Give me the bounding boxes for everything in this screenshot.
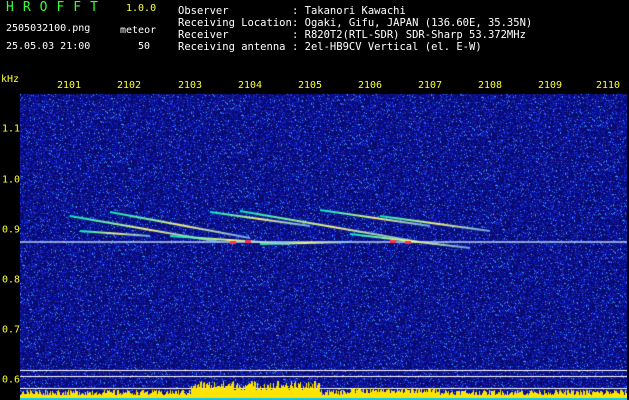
- antenna-key: Receiving antenna: [178, 41, 286, 53]
- x-tick-label: 2110: [595, 80, 621, 91]
- spectrogram-canvas: [20, 76, 627, 400]
- meteor-count: 50: [138, 41, 151, 52]
- y-tick-label: 1.0: [2, 174, 21, 186]
- observer-key: Observer: [178, 5, 229, 17]
- x-tick-label: 2109: [537, 80, 563, 91]
- observer-value: : Takanori Kawachi: [292, 5, 406, 17]
- y-tick-label: 1.1: [2, 123, 21, 135]
- location-key: Receiving Location: [178, 17, 292, 29]
- x-tick-label: 2103: [177, 80, 203, 91]
- receiver-key: Receiver: [178, 29, 229, 41]
- x-tick-label: 2105: [297, 80, 323, 91]
- y-tick-label: 0.6: [2, 374, 21, 386]
- file-name: 2505032100.png: [6, 23, 91, 34]
- x-tick-label: 2107: [417, 80, 443, 91]
- app-version: 1.0.0: [126, 3, 157, 14]
- axis-unit-label: kHz: [1, 74, 20, 85]
- x-tick-label: 2108: [477, 80, 503, 91]
- x-tick-label: 2106: [357, 80, 383, 91]
- capture-datetime: 25.05.03 21:00: [6, 41, 91, 52]
- y-tick-label: 0.7: [2, 324, 21, 336]
- x-tick-label: 2101: [56, 80, 82, 91]
- x-tick-label: 2104: [237, 80, 263, 91]
- location-value: : Ogaki, Gifu, JAPAN (136.60E, 35.35N): [292, 17, 533, 29]
- y-tick-label: 0.9: [2, 224, 21, 236]
- antenna-value: : 2el-HB9CV Vertical (el. E-W): [292, 41, 482, 53]
- y-tick-label: 0.8: [2, 274, 21, 286]
- header-panel: HROFFT 1.0.0 2505032100.png meteor 25.05…: [0, 0, 629, 76]
- target-label: meteor: [120, 25, 157, 36]
- app-logo: HROFFT: [6, 0, 107, 15]
- x-tick-label: 2102: [116, 80, 142, 91]
- receiver-value: : R820T2(RTL-SDR) SDR-Sharp 53.372MHz: [292, 29, 526, 41]
